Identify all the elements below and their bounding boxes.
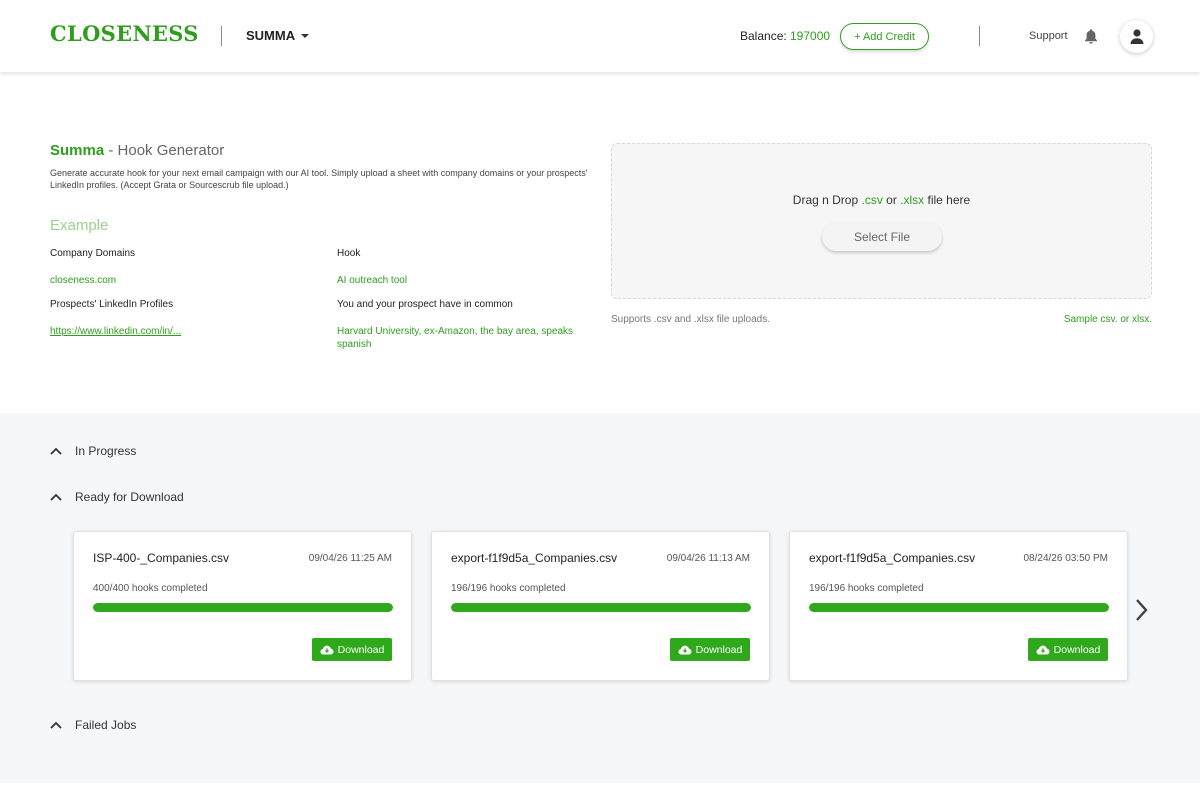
drag-prefix: Drag n Drop (792, 193, 862, 207)
csv-extension: .csv (861, 193, 883, 207)
ready-label: Ready for Download (75, 490, 184, 504)
workspace-dropdown[interactable]: SUMMA (246, 28, 310, 43)
job-date: 09/04/26 11:25 AM (308, 553, 392, 564)
top-header: CLOSENESS SUMMA Balance: 197000 + Add Cr… (0, 0, 1200, 72)
cloud-download-icon (678, 645, 692, 655)
example-label-linkedin-profiles: Prospects' LinkedIn Profiles (50, 299, 174, 310)
bell-icon[interactable] (1083, 28, 1099, 45)
add-credit-button[interactable]: + Add Credit (840, 23, 929, 50)
job-card: export-f1f9d5a_Companies.csv 09/04/26 11… (431, 531, 770, 681)
job-date: 08/24/26 03:50 PM (1023, 553, 1108, 564)
job-progress-fill (809, 603, 1109, 612)
job-file-name: export-f1f9d5a_Companies.csv (451, 551, 618, 565)
chevron-up-icon (50, 721, 62, 729)
download-label: Download (1053, 643, 1101, 656)
title-suffix: - Hook Generator (104, 142, 225, 159)
title-brand: Summa (50, 142, 105, 159)
job-progress-bar (809, 603, 1109, 612)
section-ready-for-download[interactable]: Ready for Download (50, 490, 184, 504)
job-progress-bar (93, 603, 393, 612)
job-status: 196/196 hooks completed (809, 583, 924, 594)
cloud-download-icon (1036, 645, 1050, 655)
header-divider (979, 26, 980, 46)
failed-jobs-label: Failed Jobs (75, 718, 137, 732)
supports-text: Supports .csv and .xlsx file uploads. (611, 314, 770, 325)
section-in-progress[interactable]: In Progress (50, 444, 136, 458)
job-date: 09/04/26 11:13 AM (666, 553, 750, 564)
balance-label: Balance: (740, 29, 787, 43)
xlsx-extension: .xlsx (900, 193, 925, 207)
job-card: ISP-400-_Companies.csv 09/04/26 11:25 AM… (73, 531, 412, 681)
download-label: Download (337, 643, 385, 656)
job-progress-fill (93, 603, 393, 612)
jobs-area: In Progress Ready for Download ISP-400-_… (0, 413, 1200, 783)
download-button[interactable]: Download (312, 638, 392, 661)
chevron-up-icon (50, 493, 62, 501)
chevron-up-icon (50, 447, 62, 455)
header-divider (221, 26, 222, 46)
user-icon (1130, 29, 1143, 44)
download-button[interactable]: Download (670, 638, 750, 661)
page-title: Summa - Hook Generator (50, 142, 224, 159)
sample-files-link[interactable]: Sample csv. or xlsx. (1064, 314, 1152, 325)
example-label-company-domains: Company Domains (50, 248, 136, 259)
file-dropzone[interactable]: Drag n Drop .csv or .xlsx file here Sele… (611, 143, 1152, 299)
example-value-hook: AI outreach tool (337, 275, 408, 286)
drag-suffix: file here (924, 193, 971, 207)
cloud-download-icon (320, 645, 334, 655)
download-button[interactable]: Download (1028, 638, 1108, 661)
section-failed-jobs[interactable]: Failed Jobs (50, 718, 136, 732)
job-card: export-f1f9d5a_Companies.csv 08/24/26 03… (789, 531, 1128, 681)
job-progress-bar (451, 603, 751, 612)
job-status: 196/196 hooks completed (451, 583, 566, 594)
job-status: 400/400 hooks completed (93, 583, 208, 594)
example-linkedin-link[interactable]: https://www.linkedin.com/in/... (50, 325, 181, 338)
example-value-in-common: Harvard University, ex-Amazon, the bay a… (337, 326, 574, 350)
closeness-logo[interactable]: CLOSENESS (50, 21, 199, 46)
select-file-button[interactable]: Select File (822, 222, 942, 251)
example-value-company-domain: closeness.com (50, 275, 117, 286)
balance-value: 197000 (790, 29, 831, 43)
user-avatar[interactable] (1120, 20, 1153, 53)
example-heading: Example (50, 217, 109, 234)
in-progress-label: In Progress (75, 444, 137, 458)
page-description: Generate accurate hook for your next ema… (50, 168, 588, 190)
chevron-right-icon[interactable] (1133, 597, 1151, 623)
example-label-in-common: You and your prospect have in common (337, 299, 513, 310)
support-link[interactable]: Support (1029, 30, 1068, 42)
job-file-name: ISP-400-_Companies.csv (93, 551, 230, 565)
workspace-name: SUMMA (246, 28, 296, 43)
or-text: or (882, 193, 901, 207)
dropzone-text: Drag n Drop .csv or .xlsx file here (612, 193, 1151, 207)
example-label-hook: Hook (337, 248, 361, 259)
caret-down-icon (301, 33, 310, 38)
job-file-name: export-f1f9d5a_Companies.csv (809, 551, 976, 565)
job-progress-fill (451, 603, 751, 612)
download-label: Download (695, 643, 743, 656)
